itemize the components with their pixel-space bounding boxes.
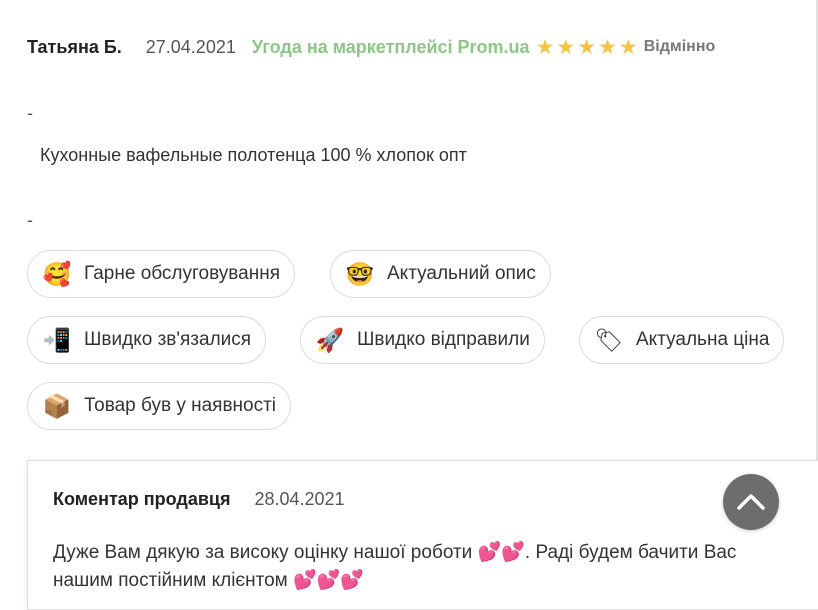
seller-comment-date: 28.04.2021 xyxy=(254,489,345,509)
seller-comment-header: Коментар продавця 28.04.2021 xyxy=(53,489,345,510)
tag-label: Гарне обслуговування xyxy=(84,263,280,284)
seller-comment-title: Коментар продавця xyxy=(53,489,231,509)
tag-quick-shipping[interactable]: 🚀 Швидко відправили xyxy=(300,316,545,364)
review-header: Татьяна Б. 27.04.2021 Угода на маркетпле… xyxy=(27,33,715,61)
tag-label: Товар був у наявності xyxy=(84,395,277,416)
star-icon: ★ xyxy=(598,35,617,59)
scroll-to-top-button[interactable] xyxy=(723,474,779,530)
star-icon: ★ xyxy=(535,35,555,59)
seller-comment-card: Коментар продавця 28.04.2021 Дуже Вам дя… xyxy=(27,460,818,610)
two-hearts-icon: 💕💕💕 xyxy=(293,570,364,591)
tag-label: Швидко відправили xyxy=(357,329,530,350)
tag-good-service[interactable]: 🥰 Гарне обслуговування xyxy=(27,250,295,298)
seller-comment-text: Дуже Вам дякую за високу оцінку нашої ро… xyxy=(53,539,793,595)
mobile-phone-arrow-icon: 📲 xyxy=(42,326,72,353)
nerd-face-icon: 🤓 xyxy=(345,260,375,287)
tag-label: Актуальний опис xyxy=(387,263,536,284)
comment-text-part: Дуже Вам дякую за високу оцінку нашої ро… xyxy=(53,542,478,563)
star-icon: ★ xyxy=(577,35,597,59)
tag-in-stock[interactable]: 📦 Товар був у наявності xyxy=(27,382,292,430)
rating-stars: ★ ★ ★ ★ ★ xyxy=(536,37,640,58)
product-name: Кухонные вафельные полотенца 100 % хлопо… xyxy=(40,145,467,165)
price-tag-icon: 🏷 xyxy=(594,326,624,353)
package-icon: 📦 xyxy=(42,392,72,419)
tag-quick-contact[interactable]: 📲 Швидко зв'язалися xyxy=(27,316,267,364)
marketplace-deal-label: Угода на маркетплейсі Prom.ua xyxy=(251,36,530,57)
star-icon: ★ xyxy=(618,35,638,59)
star-icon: ★ xyxy=(556,35,576,59)
separator-dash: - xyxy=(27,210,33,230)
smiling-face-with-hearts-icon: 🥰 xyxy=(42,260,72,287)
two-hearts-icon: 💕💕 xyxy=(477,542,525,563)
tag-actual-description[interactable]: 🤓 Актуальний опис xyxy=(330,250,551,298)
chevron-up-icon xyxy=(737,494,765,510)
separator-dash: - xyxy=(27,103,33,123)
rocket-icon: 🚀 xyxy=(315,326,345,353)
tag-label: Швидко зв'язалися xyxy=(84,329,252,350)
review-author: Татьяна Б. xyxy=(27,36,122,57)
tag-actual-price[interactable]: 🏷 Актуальна ціна xyxy=(579,316,785,364)
rating-text: Відмінно xyxy=(643,38,716,55)
tag-label: Актуальна ціна xyxy=(636,329,770,350)
review-date: 27.04.2021 xyxy=(145,36,236,57)
